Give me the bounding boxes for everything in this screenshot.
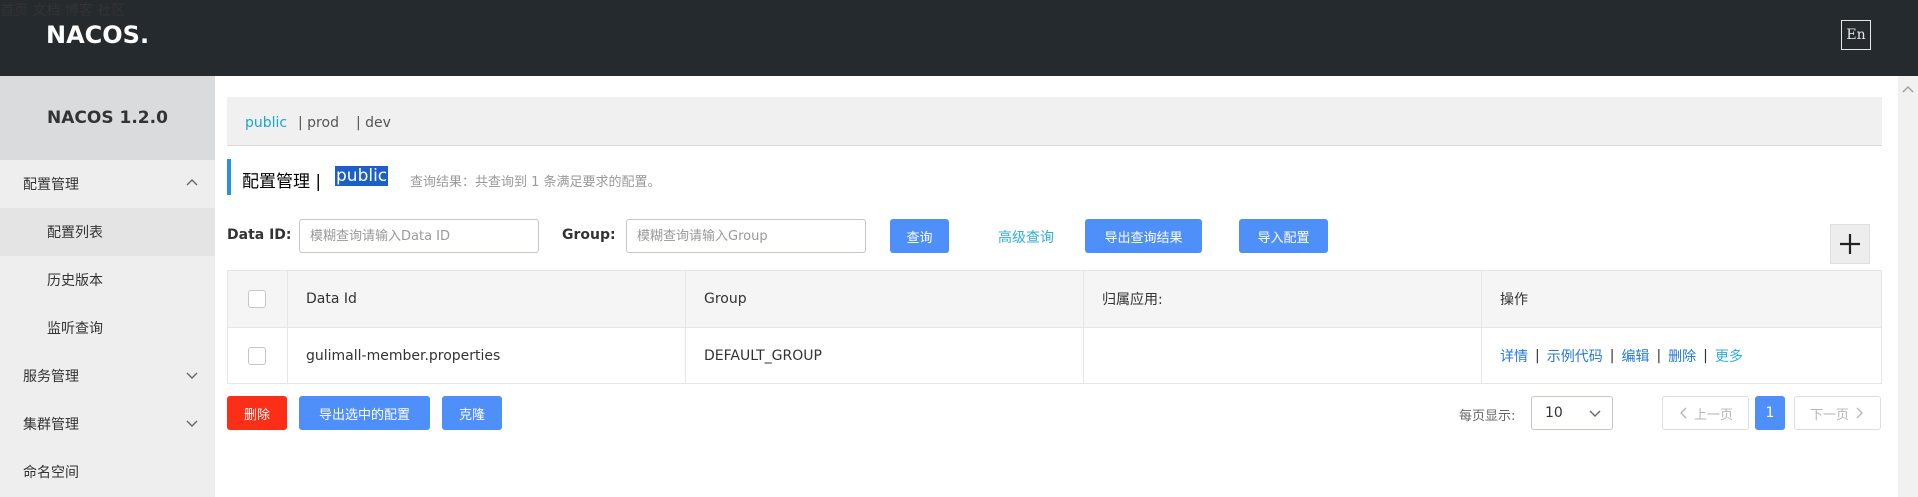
clone-button[interactable]: 克隆 [442, 396, 502, 430]
sidebar-item-cluster-management[interactable]: 集群管理 [0, 400, 215, 448]
cell-data-id: gulimall-member.properties [288, 328, 686, 383]
title-accent-bar [227, 159, 231, 195]
nav-community[interactable]: 社区 [97, 3, 125, 19]
chevron-down-icon [186, 372, 198, 379]
sidebar-item-config-list[interactable]: 配置列表 [0, 208, 215, 256]
nav-blog[interactable]: 博客 [65, 3, 93, 19]
namespace-public[interactable]: public [245, 115, 287, 131]
page-title: 配置管理 | [242, 172, 322, 192]
sidebar-item-config-management[interactable]: 配置管理 [0, 160, 215, 208]
plus-icon [1840, 234, 1860, 254]
row-checkbox-cell [228, 328, 288, 383]
export-selected-button[interactable]: 导出选中的配置 [299, 396, 430, 430]
sidebar-item-label: 命名空间 [23, 465, 79, 481]
scroll-up-icon[interactable] [1902, 84, 1914, 94]
chevron-up-icon [186, 179, 198, 186]
table-row: gulimall-member.properties DEFAULT_GROUP… [228, 328, 1881, 383]
namespace-bar: public | prod | dev [227, 97, 1882, 146]
table-header: Data Id Group 归属应用: 操作 [228, 271, 1881, 328]
cell-app [1084, 328, 1482, 383]
svg-text:NACOS.: NACOS. [46, 21, 149, 49]
sidebar-item-label: 历史版本 [47, 273, 103, 289]
cell-actions: 详情 | 示例代码 | 编辑 | 删除 | 更多 [1500, 346, 1743, 366]
sidebar-item-namespace[interactable]: 命名空间 [0, 448, 215, 496]
top-header: NACOS. 首页 文档 博客 社区 En [0, 0, 1918, 76]
chevron-right-icon [1856, 407, 1863, 419]
prev-page-label: 上一页 [1693, 407, 1733, 423]
page-title-namespace: public [335, 166, 389, 186]
next-page-button[interactable]: 下一页 [1794, 396, 1881, 430]
detail-link[interactable]: 详情 [1500, 346, 1528, 366]
row-checkbox[interactable] [248, 346, 266, 365]
nav-home[interactable]: 首页 [0, 3, 28, 19]
more-link[interactable]: 更多 [1715, 346, 1743, 366]
sidebar-item-history[interactable]: 历史版本 [0, 256, 215, 304]
cell-group: DEFAULT_GROUP [686, 328, 1084, 383]
page-size-value: 10 [1545, 405, 1563, 421]
query-result-text: 查询结果：共查询到 1 条满足要求的配置。 [410, 175, 661, 190]
chevron-down-icon [186, 420, 198, 427]
namespace-prod[interactable]: | prod [298, 115, 339, 131]
nav-docs[interactable]: 文档 [32, 3, 60, 19]
vertical-scrollbar[interactable] [1898, 76, 1918, 497]
add-config-button[interactable] [1830, 224, 1870, 264]
column-header-actions: 操作 [1500, 292, 1528, 308]
sample-code-link[interactable]: 示例代码 [1547, 346, 1603, 366]
query-button[interactable]: 查询 [890, 219, 949, 253]
page-size-label: 每页显示: [1459, 409, 1516, 424]
select-all-checkbox[interactable] [248, 290, 266, 308]
language-toggle-button[interactable]: En [1841, 20, 1871, 50]
header-checkbox-cell [228, 271, 288, 327]
current-page-button[interactable]: 1 [1755, 396, 1785, 430]
version-label: NACOS 1.2.0 [0, 76, 215, 160]
sidebar-item-label: 集群管理 [23, 417, 79, 433]
import-config-button[interactable]: 导入配置 [1239, 219, 1328, 253]
edit-link[interactable]: 编辑 [1621, 346, 1649, 366]
group-input[interactable] [626, 219, 866, 253]
sidebar-item-label: 配置管理 [23, 177, 79, 193]
delete-selected-button[interactable]: 删除 [227, 396, 287, 430]
data-id-label: Data ID: [227, 227, 292, 243]
prev-page-button[interactable]: 上一页 [1662, 396, 1749, 430]
advanced-query-link[interactable]: 高级查询 [998, 227, 1054, 247]
column-header-app[interactable]: 归属应用: [1084, 271, 1482, 327]
next-page-label: 下一页 [1809, 407, 1849, 423]
sidebar-item-label: 配置列表 [47, 225, 103, 241]
column-header-data-id[interactable]: Data Id [288, 271, 686, 327]
sidebar-item-label: 监听查询 [47, 321, 103, 337]
sidebar-item-listener-query[interactable]: 监听查询 [0, 304, 215, 352]
sidebar: NACOS 1.2.0 配置管理 配置列表 历史版本 监听查询 服务管理 集群管… [0, 76, 215, 497]
chevron-down-icon [1589, 410, 1601, 417]
sidebar-item-service-management[interactable]: 服务管理 [0, 352, 215, 400]
data-id-input[interactable] [299, 219, 539, 253]
config-table: Data Id Group 归属应用: 操作 gulimall-member.p… [227, 270, 1882, 384]
delete-link[interactable]: 删除 [1668, 346, 1696, 366]
namespace-dev[interactable]: | dev [356, 115, 391, 131]
sidebar-item-label: 服务管理 [23, 369, 79, 385]
group-label: Group: [562, 227, 616, 243]
nacos-logo[interactable]: NACOS. [46, 19, 166, 49]
column-header-group[interactable]: Group [686, 271, 1084, 327]
chevron-left-icon [1680, 407, 1687, 419]
export-query-results-button[interactable]: 导出查询结果 [1085, 219, 1202, 253]
page-size-select[interactable]: 10 [1531, 396, 1613, 430]
